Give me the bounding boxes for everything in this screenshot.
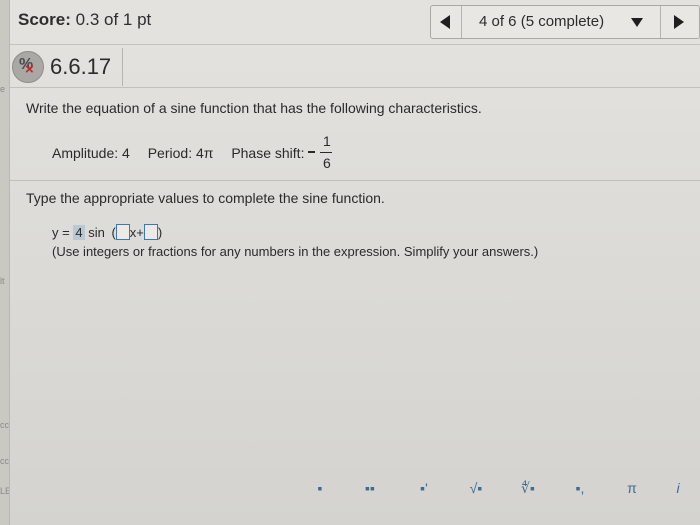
mixed-number-button[interactable]: ▪▪ [358, 476, 382, 500]
edge-fragment: e [0, 84, 6, 94]
next-question-button[interactable] [660, 6, 699, 38]
plus-sign: + [136, 225, 144, 240]
imaginary-i-button[interactable]: i [666, 476, 690, 500]
left-arrow-icon [440, 15, 450, 29]
right-arrow-icon [674, 15, 684, 29]
fraction-button[interactable]: ▪ [308, 476, 332, 500]
phase-shift-fraction: 1 6 [308, 133, 334, 173]
minus-sign [308, 151, 315, 153]
previous-question-button[interactable] [431, 6, 462, 38]
page: e lt cc cc LE Score: 0.3 of 1 pt 4 of 6 … [0, 0, 700, 525]
chevron-down-icon[interactable] [631, 18, 643, 27]
answer-hint: (Use integers or fractions for any numbe… [52, 244, 539, 259]
edge-fragment: cc [0, 456, 9, 466]
fraction-denominator: 6 [323, 155, 331, 171]
left-edge-strip: e lt cc cc LE [0, 0, 10, 525]
subscript-button[interactable]: ▪, [568, 476, 592, 500]
score-value: 0.3 of 1 pt [75, 10, 152, 29]
score-display: Score: 0.3 of 1 pt [18, 10, 151, 30]
sine-function-label: sin [88, 225, 105, 240]
edge-fragment: LE [0, 486, 9, 496]
sqrt-button[interactable]: √▪ [464, 476, 488, 500]
score-bar: Score: 0.3 of 1 pt 4 of 6 (5 complete) [10, 0, 700, 45]
score-label: Score: [18, 10, 71, 29]
divider [122, 48, 123, 86]
paren-close: ) [157, 225, 163, 240]
amplitude-label: Amplitude: 4 [52, 145, 130, 161]
divider [10, 180, 700, 181]
coefficient-answer-box[interactable] [115, 224, 130, 240]
pi-button[interactable]: π [620, 476, 644, 500]
fraction-numerator: 1 [323, 133, 331, 149]
math-palette: ▪ ▪▪ ▪' √▪ ∜▪ ▪, π i [300, 468, 700, 525]
exponent-button[interactable]: ▪' [412, 476, 436, 500]
amplitude-answer-field[interactable]: 4 [73, 225, 85, 240]
edge-fragment: lt [0, 276, 5, 286]
problem-number: 6.6.17 [50, 54, 112, 79]
fraction-bar [320, 152, 332, 153]
equation: y = 4 sin (x+) [52, 224, 162, 244]
equation-prefix: y = [52, 225, 70, 240]
partial-wrong-icon: % × [12, 51, 44, 83]
divider [10, 87, 700, 88]
question-navigator: 4 of 6 (5 complete) [430, 5, 700, 39]
period-label: Period: 4π [147, 145, 214, 161]
question-position-label[interactable]: 4 of 6 (5 complete) [479, 13, 604, 30]
phase-shift-label: Phase shift: [231, 145, 305, 161]
constant-answer-box[interactable] [143, 224, 158, 240]
nth-root-button[interactable]: ∜▪ [516, 476, 540, 500]
type-instruction: Type the appropriate values to complete … [26, 190, 385, 206]
characteristics-line: Amplitude: 4 Period: 4π Phase shift: [52, 145, 318, 161]
problem-instructions: Write the equation of a sine function th… [26, 100, 482, 116]
edge-fragment: cc [0, 420, 9, 430]
